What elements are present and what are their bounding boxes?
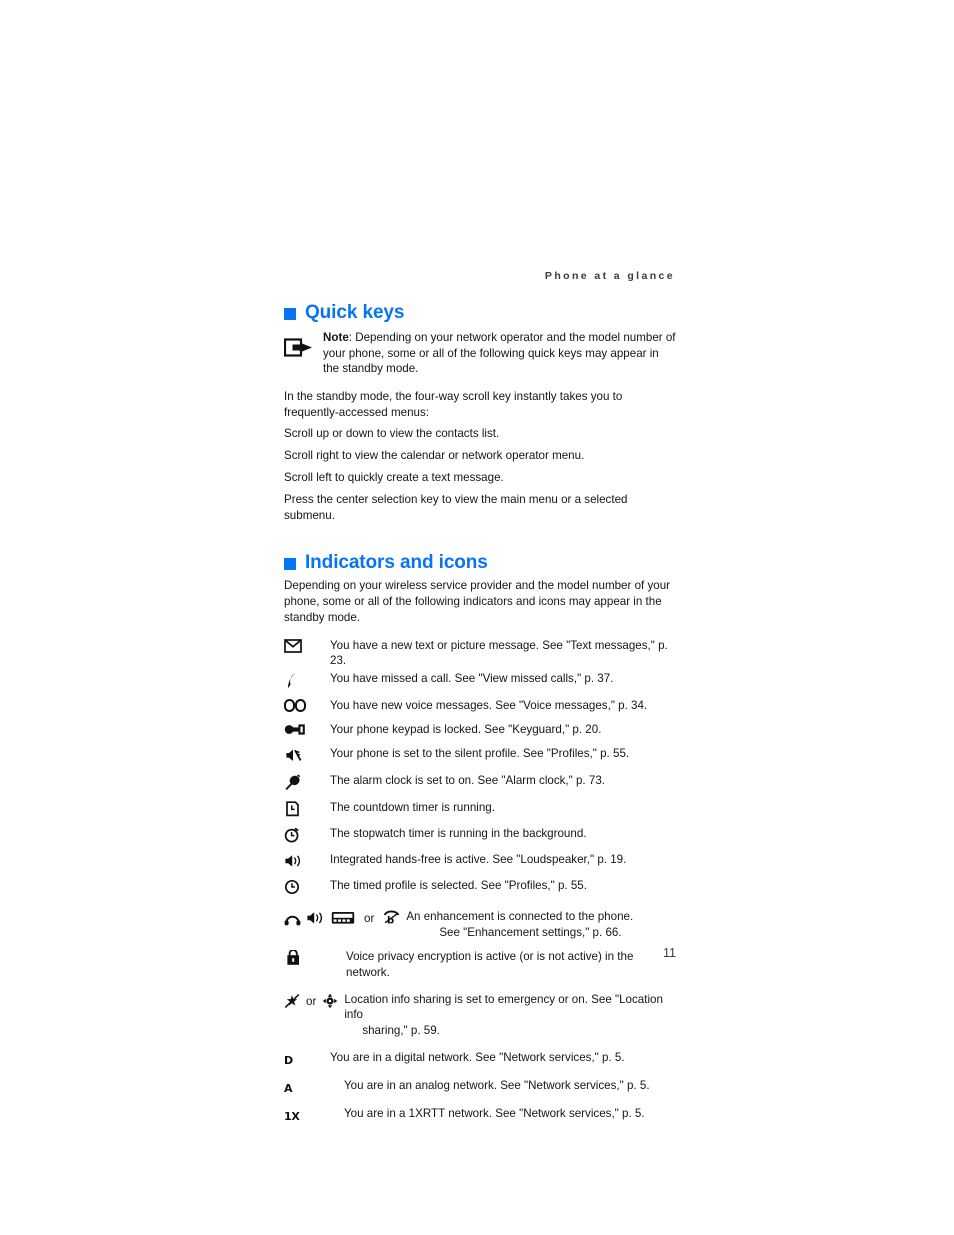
- loudspeaker-enhancement-icon: [306, 910, 326, 926]
- quick-keys-paragraph-3: Scroll left to quickly create a text mes…: [284, 470, 504, 484]
- alarm-clock-icon: [284, 773, 314, 791]
- loudspeaker-icon: [284, 852, 314, 869]
- indicator-row: 1X You are in a 1XRTT network. See "Netw…: [284, 1106, 676, 1125]
- location-sharing-on-icon: [322, 993, 338, 1009]
- indicator-row: Your phone keypad is locked. See "Keygua…: [284, 722, 676, 737]
- indicator-text: The timed profile is selected. See "Prof…: [330, 879, 587, 893]
- location-sharing-off-icon: [284, 993, 300, 1009]
- keyguard-key-icon: [284, 722, 314, 736]
- indicator-row-enhancement: or b An enhancement is connected to the …: [284, 909, 676, 940]
- voice-mail-icon: [284, 698, 314, 712]
- section-heading-quick-keys: Quick keys: [284, 301, 676, 325]
- indicator-text: You have new voice messages. See "Voice …: [330, 698, 648, 712]
- heading-bullet-square-icon: [284, 308, 296, 320]
- indicator-row: Your phone is set to the silent profile.…: [284, 746, 676, 764]
- indicator-text: Your phone is set to the silent profile.…: [330, 747, 630, 761]
- envelope-icon: [284, 638, 314, 653]
- indicator-row: You have new voice messages. See "Voice …: [284, 698, 676, 713]
- indicator-text: The countdown timer is running.: [330, 801, 495, 815]
- quick-keys-paragraph-1: Scroll up or down to view the contacts l…: [284, 427, 500, 441]
- indicator-row: You have a new text or picture message. …: [284, 638, 676, 669]
- silent-profile-icon: [284, 746, 314, 764]
- enhancement-line-1: An enhancement is connected to the phone…: [406, 910, 634, 924]
- stopwatch-icon: [284, 826, 314, 843]
- enhancement-line-2: See "Enhancement settings," p. 66.: [439, 925, 622, 939]
- location-or-label: or: [306, 994, 317, 1008]
- location-line-1: Location info sharing is set to emergenc…: [344, 993, 663, 1022]
- indicator-text: Integrated hands-free is active. See "Lo…: [330, 853, 627, 867]
- page-number: 11: [663, 946, 676, 960]
- analog-network-icon: A: [284, 1078, 314, 1097]
- section-heading-quick-keys-label: Quick keys: [305, 302, 405, 323]
- indicator-row: Integrated hands-free is active. See "Lo…: [284, 852, 676, 869]
- indicator-list: You have a new text or picture message. …: [284, 638, 676, 1125]
- indicator-text: You are in an analog network. See "Netwo…: [344, 1079, 650, 1093]
- section-heading-indicators: Indicators and icons: [284, 551, 676, 575]
- enhancement-icon-group: or b: [284, 909, 400, 926]
- indicator-text: Your phone keypad is locked. See "Keygua…: [330, 722, 602, 736]
- digital-network-icon: D: [284, 1050, 314, 1069]
- indicator-row: The stopwatch timer is running in the ba…: [284, 826, 676, 843]
- indicator-text: You have missed a call. See "View missed…: [330, 671, 614, 685]
- indicator-text: You are in a 1XRTT network. See "Network…: [344, 1107, 645, 1121]
- quick-keys-paragraph-0: In the standby mode, the four-way scroll…: [284, 389, 623, 419]
- running-header: Phone at a glance: [544, 270, 675, 282]
- note-text: Note: Depending on your network operator…: [323, 330, 676, 377]
- section-heading-indicators-label: Indicators and icons: [305, 552, 488, 574]
- manual-page: Phone at a glance Quick keys Note: Depen…: [0, 0, 954, 1235]
- indicator-row: The timed profile is selected. See "Prof…: [284, 878, 676, 895]
- note-label: Note: [323, 331, 349, 344]
- indicator-text: You have a new text or picture message. …: [330, 638, 668, 668]
- indicator-row: The alarm clock is set to on. See "Alarm…: [284, 773, 676, 791]
- indicator-text: The alarm clock is set to on. See "Alarm…: [330, 774, 605, 788]
- analog-network-glyph: A: [284, 1082, 293, 1096]
- timed-profile-icon: [284, 878, 314, 895]
- 1xrtt-network-icon: 1X: [284, 1106, 314, 1125]
- indicator-row-location: or Location info sharing is set to emerg…: [284, 992, 676, 1038]
- heading-bullet-square-icon-2: [284, 558, 296, 571]
- indicators-intro: Depending on your wireless service provi…: [284, 579, 671, 624]
- indicator-text-location: Location info sharing is set to emergenc…: [338, 992, 676, 1038]
- indicator-row: You have missed a call. See "View missed…: [284, 671, 676, 689]
- missed-call-icon: [284, 671, 314, 689]
- indicator-row: D You are in a digital network. See "Net…: [284, 1050, 676, 1069]
- digital-network-glyph: D: [284, 1054, 293, 1068]
- indicator-text: The stopwatch timer is running in the ba…: [330, 827, 587, 841]
- note-block: Note: Depending on your network operator…: [284, 330, 676, 377]
- note-body: : Depending on your network operator and…: [323, 331, 676, 376]
- location-line-2: sharing," p. 59.: [362, 1023, 440, 1037]
- quick-keys-paragraph-2: Scroll right to view the calendar or net…: [284, 449, 585, 463]
- page-content: Phone at a glance Quick keys Note: Depen…: [284, 268, 676, 1134]
- car-kit-icon: [331, 910, 355, 926]
- note-arrow-icon: [284, 330, 314, 360]
- indicator-row: A You are in an analog network. See "Net…: [284, 1078, 676, 1097]
- 1xrtt-network-glyph: 1X: [284, 1110, 300, 1124]
- countdown-timer-icon: [284, 800, 314, 817]
- tty-icon: b: [383, 910, 400, 926]
- headset-icon: [284, 911, 301, 926]
- indicator-text: You are in a digital network. See "Netwo…: [330, 1051, 625, 1065]
- enhancement-or-label: or: [364, 911, 375, 925]
- indicator-text-enhancement: An enhancement is connected to the phone…: [400, 909, 676, 940]
- quick-keys-paragraph-4: Press the center selection key to view t…: [284, 492, 628, 522]
- indicator-row: The countdown timer is running.: [284, 800, 676, 817]
- location-icon-group: or: [284, 992, 338, 1009]
